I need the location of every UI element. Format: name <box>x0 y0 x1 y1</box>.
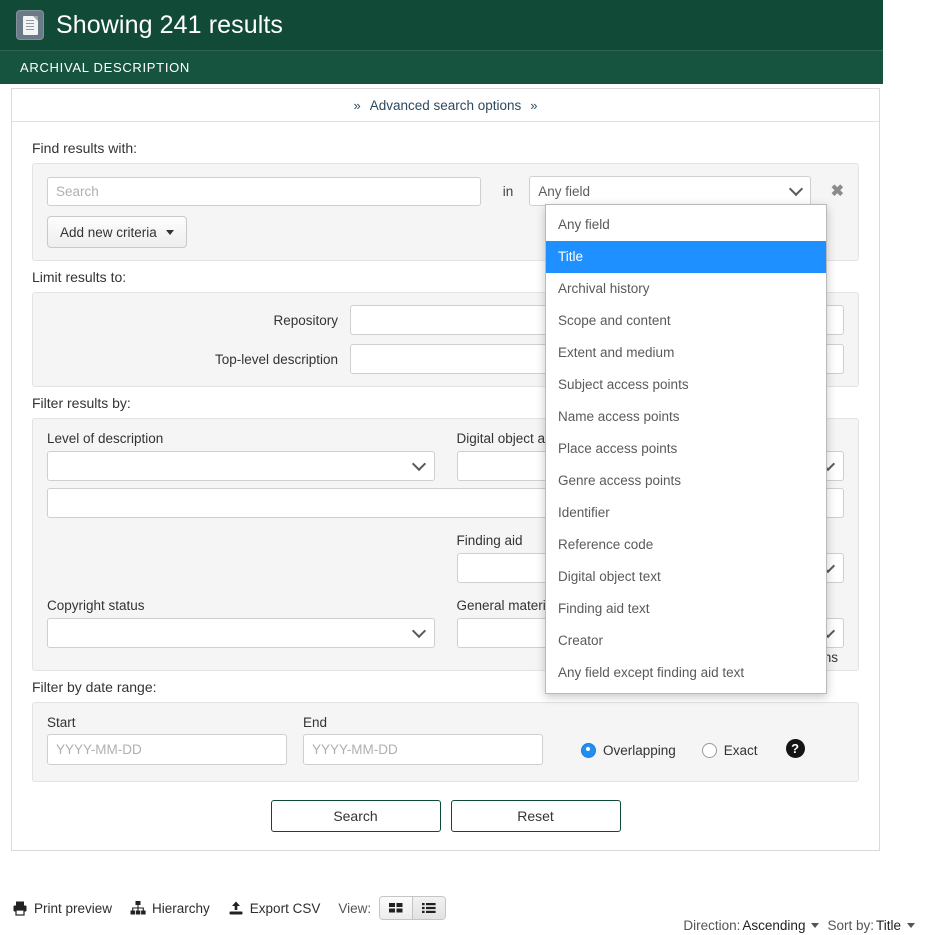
dropdown-option-creator[interactable]: Creator <box>546 625 826 657</box>
dropdown-option-any-field-except-finding-aid-text[interactable]: Any field except finding aid text <box>546 657 826 689</box>
view-toggle-group <box>379 896 447 920</box>
page-title: Showing 241 results <box>56 10 284 39</box>
level-of-description-group: Level of description <box>47 431 446 481</box>
chevron-down-left-icon: » <box>353 97 361 113</box>
dropdown-option-digital-object-text[interactable]: Digital object text <box>546 561 826 593</box>
sort-by-value[interactable]: Title <box>876 918 901 933</box>
search-button[interactable]: Search <box>270 800 441 832</box>
page-root: Showing 241 results ARCHIVAL DESCRIPTION… <box>0 0 931 935</box>
grid-view-icon[interactable] <box>380 897 413 919</box>
dropdown-option-identifier[interactable]: Identifier <box>546 497 826 529</box>
copyright-status-select[interactable] <box>47 618 435 648</box>
hierarchy-icon <box>130 900 146 916</box>
view-label: View: <box>338 900 372 916</box>
sort-controls: Direction: Ascending Sort by: Title <box>683 918 923 933</box>
document-icon <box>16 10 44 40</box>
dropdown-option-name-access-points[interactable]: Name access points <box>546 401 826 433</box>
caret-down-icon[interactable] <box>811 923 820 928</box>
date-mode-radio-group: Overlapping Exact ? <box>581 739 805 761</box>
in-label: in <box>502 183 514 199</box>
hierarchy-button[interactable]: Hierarchy <box>130 900 210 916</box>
exact-label: Exact <box>723 742 758 758</box>
field-select[interactable]: Any field <box>529 176 811 206</box>
field-select-dropdown[interactable]: Any field Title Archival history Scope a… <box>545 204 827 694</box>
dropdown-option-any-field[interactable]: Any field <box>546 209 826 241</box>
reset-button[interactable]: Reset <box>450 800 621 832</box>
form-actions: Search Reset <box>32 800 859 832</box>
list-view-icon[interactable] <box>412 897 446 919</box>
export-csv-button[interactable]: Export CSV <box>228 900 321 916</box>
page-header: Showing 241 results <box>0 0 883 50</box>
start-date-label: Start <box>47 715 76 730</box>
repository-label: Repository <box>273 312 338 328</box>
dropdown-option-genre-access-points[interactable]: Genre access points <box>546 465 826 497</box>
level-of-description-label: Level of description <box>47 431 164 446</box>
upload-icon <box>228 900 244 916</box>
dropdown-option-archival-history[interactable]: Archival history <box>546 273 826 305</box>
copyright-status-group: Copyright status <box>47 598 446 648</box>
sort-by-label: Sort by: <box>827 918 874 933</box>
entity-type-label: ARCHIVAL DESCRIPTION <box>20 60 191 75</box>
advanced-search-label: Advanced search options <box>369 97 522 113</box>
add-new-criteria-button[interactable]: Add new criteria <box>47 216 187 248</box>
dropdown-option-reference-code[interactable]: Reference code <box>546 529 826 561</box>
toplevel-description-label: Top-level description <box>214 351 338 367</box>
find-results-label: Find results with: <box>32 140 138 156</box>
overlapping-radio[interactable] <box>581 742 596 758</box>
results-toolbar: Print preview Hierarchy Export CSV View: <box>12 896 447 920</box>
header-subtitle-bar: ARCHIVAL DESCRIPTION <box>0 50 883 84</box>
copyright-status-label: Copyright status <box>47 598 145 613</box>
add-new-criteria-label: Add new criteria <box>60 224 157 240</box>
end-date-input[interactable] <box>303 734 543 765</box>
chevron-down-right-icon: » <box>530 97 538 113</box>
dropdown-option-subject-access-points[interactable]: Subject access points <box>546 369 826 401</box>
advanced-search-toggle[interactable]: » Advanced search options » <box>12 89 879 122</box>
hierarchy-label: Hierarchy <box>152 900 210 916</box>
start-date-group: Start <box>47 715 287 765</box>
chevron-down-icon <box>411 456 426 472</box>
question-mark-icon[interactable]: ? <box>785 739 805 758</box>
printer-icon <box>12 900 28 916</box>
print-preview-label: Print preview <box>34 900 113 916</box>
dropdown-option-extent-and-medium[interactable]: Extent and medium <box>546 337 826 369</box>
exact-radio[interactable] <box>701 742 717 758</box>
date-range-fieldset: Start End Overlapping Exact ? <box>32 702 859 782</box>
caret-down-icon <box>165 229 174 235</box>
print-preview-button[interactable]: Print preview <box>12 900 112 916</box>
chevron-down-icon <box>411 623 426 639</box>
chevron-down-icon <box>788 181 803 197</box>
direction-label: Direction: <box>683 918 741 933</box>
export-csv-label: Export CSV <box>249 900 321 916</box>
spacer-left <box>47 533 446 583</box>
caret-down-icon[interactable] <box>907 923 915 928</box>
end-date-group: End <box>303 715 543 765</box>
dropdown-option-place-access-points[interactable]: Place access points <box>546 433 826 465</box>
level-of-description-select[interactable] <box>47 451 435 481</box>
end-date-label: End <box>303 715 328 730</box>
direction-value[interactable]: Ascending <box>742 918 805 933</box>
dropdown-option-scope-and-content[interactable]: Scope and content <box>546 305 826 337</box>
overlapping-label: Overlapping <box>603 742 676 758</box>
field-select-value: Any field <box>538 183 591 199</box>
remove-criteria-button[interactable]: ✖ <box>831 181 844 201</box>
start-date-input[interactable] <box>47 734 287 765</box>
dropdown-option-finding-aid-text[interactable]: Finding aid text <box>546 593 826 625</box>
criteria-row: in Any field ✖ <box>47 176 844 206</box>
dropdown-option-title[interactable]: Title <box>546 241 826 273</box>
search-input[interactable] <box>47 176 481 206</box>
